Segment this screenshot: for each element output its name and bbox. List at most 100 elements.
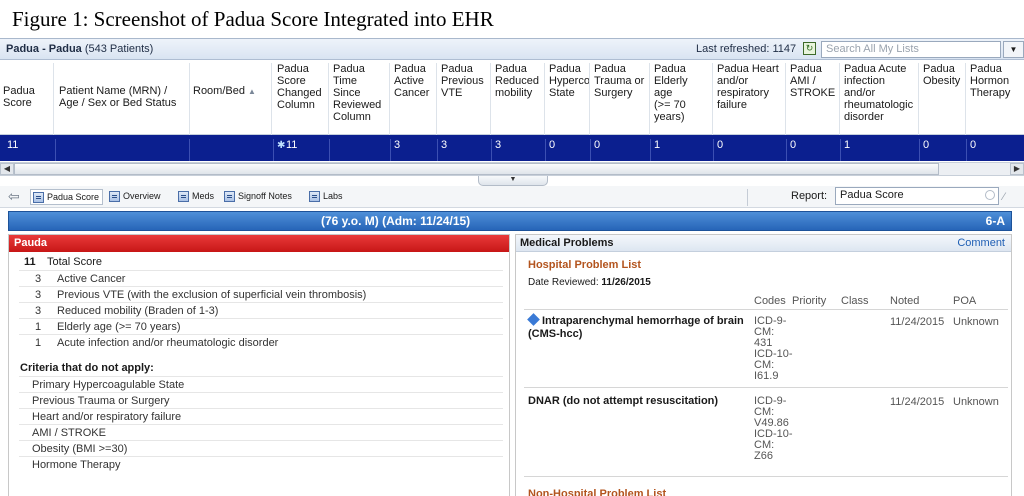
search-icon[interactable] [985, 190, 995, 200]
item-points: 3 [35, 273, 42, 285]
cell-changed-value: 11 [286, 139, 298, 151]
column-elderly-age[interactable]: Padua Elderly age (>= 70 years) [651, 63, 713, 135]
column-acute-infection[interactable]: Padua Acute infection and/or rheumatolog… [841, 63, 919, 135]
tab-label: Padua Score [47, 192, 100, 202]
tab-signoff-notes[interactable]: Signoff Notes [222, 189, 292, 205]
column-score-changed[interactable]: Padua Score Changed Column [274, 63, 329, 135]
tab-label: Signoff Notes [238, 191, 292, 201]
column-trauma-surgery[interactable]: Padua Trauma or Surgery [591, 63, 650, 135]
list-item: 3 Reduced mobility (Braden of 1-3) [19, 302, 503, 317]
column-noted: Noted [890, 295, 920, 307]
column-ami-stroke[interactable]: Padua AMI / STROKE [787, 63, 840, 135]
cell-heart: 0 [714, 139, 787, 161]
cell-ami: 0 [787, 139, 841, 161]
column-previous-vte[interactable]: Padua Previous VTE [438, 63, 491, 135]
column-hormone-therapy[interactable]: Padua Hormon Therapy [967, 63, 1024, 135]
problem-name-line: (CMS-hcc) [528, 328, 583, 340]
document-icon [309, 191, 320, 202]
cell-changed: ✱11 [274, 139, 330, 161]
column-reduced-mobility[interactable]: Padua Reduced mobility [492, 63, 545, 135]
list-item: 1 Acute infection and/or rheumatologic di… [19, 334, 503, 349]
back-arrow-icon[interactable]: ⇦ [8, 189, 26, 203]
scroll-left-icon[interactable]: ◀ [0, 163, 14, 175]
problem-name-line: Intraparenchymal hemorrhage of brain [542, 315, 744, 327]
last-refreshed-value: 1147 [772, 43, 797, 55]
document-icon [224, 191, 235, 202]
problem-noted: 11/24/2015 [890, 396, 945, 408]
item-label: Acute infection and/or rheumatologic dis… [57, 337, 279, 349]
date-reviewed-label: Date Reviewed: [528, 277, 599, 288]
list-item: AMI / STROKE [19, 424, 503, 440]
search-lists-input[interactable]: Search All My Lists [821, 41, 1001, 58]
medical-problems-panel: Medical Problems Comment Hospital Proble… [515, 234, 1012, 496]
column-active-cancer[interactable]: Padua Active Cancer [391, 63, 437, 135]
cell-elderly: 1 [651, 139, 714, 161]
table-row[interactable]: 11 ✱11 3 3 3 0 0 1 0 0 1 0 0 [0, 135, 1024, 161]
column-heart-respiratory[interactable]: Padua Heart and/or respiratory failure [714, 63, 786, 135]
document-icon [109, 191, 120, 202]
date-reviewed-value: 11/26/2015 [601, 277, 651, 288]
column-padua-score[interactable]: Padua Score [0, 63, 54, 135]
tab-labs[interactable]: Labs [307, 189, 343, 205]
chevron-down-icon[interactable]: ▼ [1003, 41, 1024, 58]
last-refreshed-label: Last refreshed: [696, 43, 770, 55]
report-input[interactable]: Padua Score [835, 187, 999, 205]
scroll-right-icon[interactable]: ▶ [1010, 163, 1024, 175]
list-item: 3 Active Cancer [19, 270, 503, 285]
divider [524, 476, 1008, 477]
column-time-since-reviewed[interactable]: Padua Time Since Reviewed Column [330, 63, 390, 135]
horizontal-scrollbar[interactable]: ◀ ▶ [0, 162, 1024, 176]
tab-padua-score[interactable]: Padua Score [30, 189, 104, 205]
padua-panel-title: Pauda [14, 237, 48, 249]
criteria-not-apply-heading: Criteria that do not apply: [20, 362, 154, 374]
item-label: Active Cancer [57, 273, 126, 285]
splitter-handle[interactable]: ▼ [478, 176, 548, 186]
refresh-icon[interactable]: ↻ [803, 42, 816, 55]
divider [524, 387, 1008, 388]
figure-caption: Figure 1: Screenshot of Padua Score Inte… [12, 7, 494, 31]
last-refreshed: Last refreshed: 1147 [696, 43, 796, 55]
column-header-row: Padua Score Patient Name (MRN) / Age / S… [0, 60, 1024, 135]
edit-icon[interactable]: ⁄ [1003, 191, 1017, 203]
cell-obesity: 0 [920, 139, 967, 161]
document-icon [33, 192, 44, 203]
padua-score-panel: Pauda 11 Total Score 3 Active Cancer 3 Pre… [8, 234, 510, 496]
problem-name[interactable]: Intraparenchymal hemorrhage of brain (CMS… [527, 313, 744, 341]
medical-problems-title: Medical Problems [520, 237, 614, 249]
total-score-label: Total Score [47, 256, 103, 268]
hospital-problem-list-heading: Hospital Problem List [528, 259, 642, 271]
criteria-label: AMI / STROKE [32, 427, 106, 439]
patient-banner: (76 y.o. M) (Adm: 11/24/15) 6-A [8, 211, 1012, 231]
column-obesity[interactable]: Padua Obesity [920, 63, 966, 135]
problem-noted: 11/24/2015 [890, 316, 945, 328]
changed-star-icon: ✱ [277, 140, 286, 151]
list-item: Hormone Therapy [19, 456, 503, 472]
scrollbar-thumb[interactable] [14, 163, 939, 175]
column-patient-name[interactable]: Patient Name (MRN) / Age / Sex or Bed St… [56, 63, 190, 135]
problem-name[interactable]: DNAR (do not attempt resuscitation) [528, 395, 718, 408]
criteria-label: Hormone Therapy [32, 459, 121, 471]
non-hospital-problem-list-heading: Non-Hospital Problem List [528, 488, 667, 496]
item-points: 1 [35, 337, 42, 349]
list-item: Heart and/or respiratory failure [19, 408, 503, 424]
tab-label: Meds [192, 191, 215, 201]
room-bed-label: Room/Bed [193, 85, 245, 97]
item-points: 3 [35, 305, 42, 317]
criteria-label: Previous Trauma or Surgery [32, 395, 170, 407]
tab-meds[interactable]: Meds [176, 189, 214, 205]
cell-time-since [330, 139, 391, 161]
cell-previous-vte: 3 [438, 139, 492, 161]
tab-overview[interactable]: Overview [107, 189, 161, 205]
column-codes: Codes [754, 295, 786, 307]
problem-poa: Unknown [953, 316, 999, 328]
medical-problems-header: Medical Problems Comment [516, 235, 1011, 252]
problem-codes: ICD-9- CM: 431 ICD-10- CM: I61.9 [754, 315, 793, 382]
column-class: Class [841, 295, 869, 307]
list-item: 3 Previous VTE (with the exclusion of sup… [19, 286, 503, 301]
comment-link[interactable]: Comment [957, 237, 1005, 249]
column-hyperco-state[interactable]: Padua Hyperco State [546, 63, 590, 135]
column-room-bed[interactable]: Room/Bed ▲ [190, 63, 272, 135]
divider [524, 309, 1008, 310]
cell-acute-infection: 1 [841, 139, 920, 161]
cell-room [190, 139, 274, 161]
